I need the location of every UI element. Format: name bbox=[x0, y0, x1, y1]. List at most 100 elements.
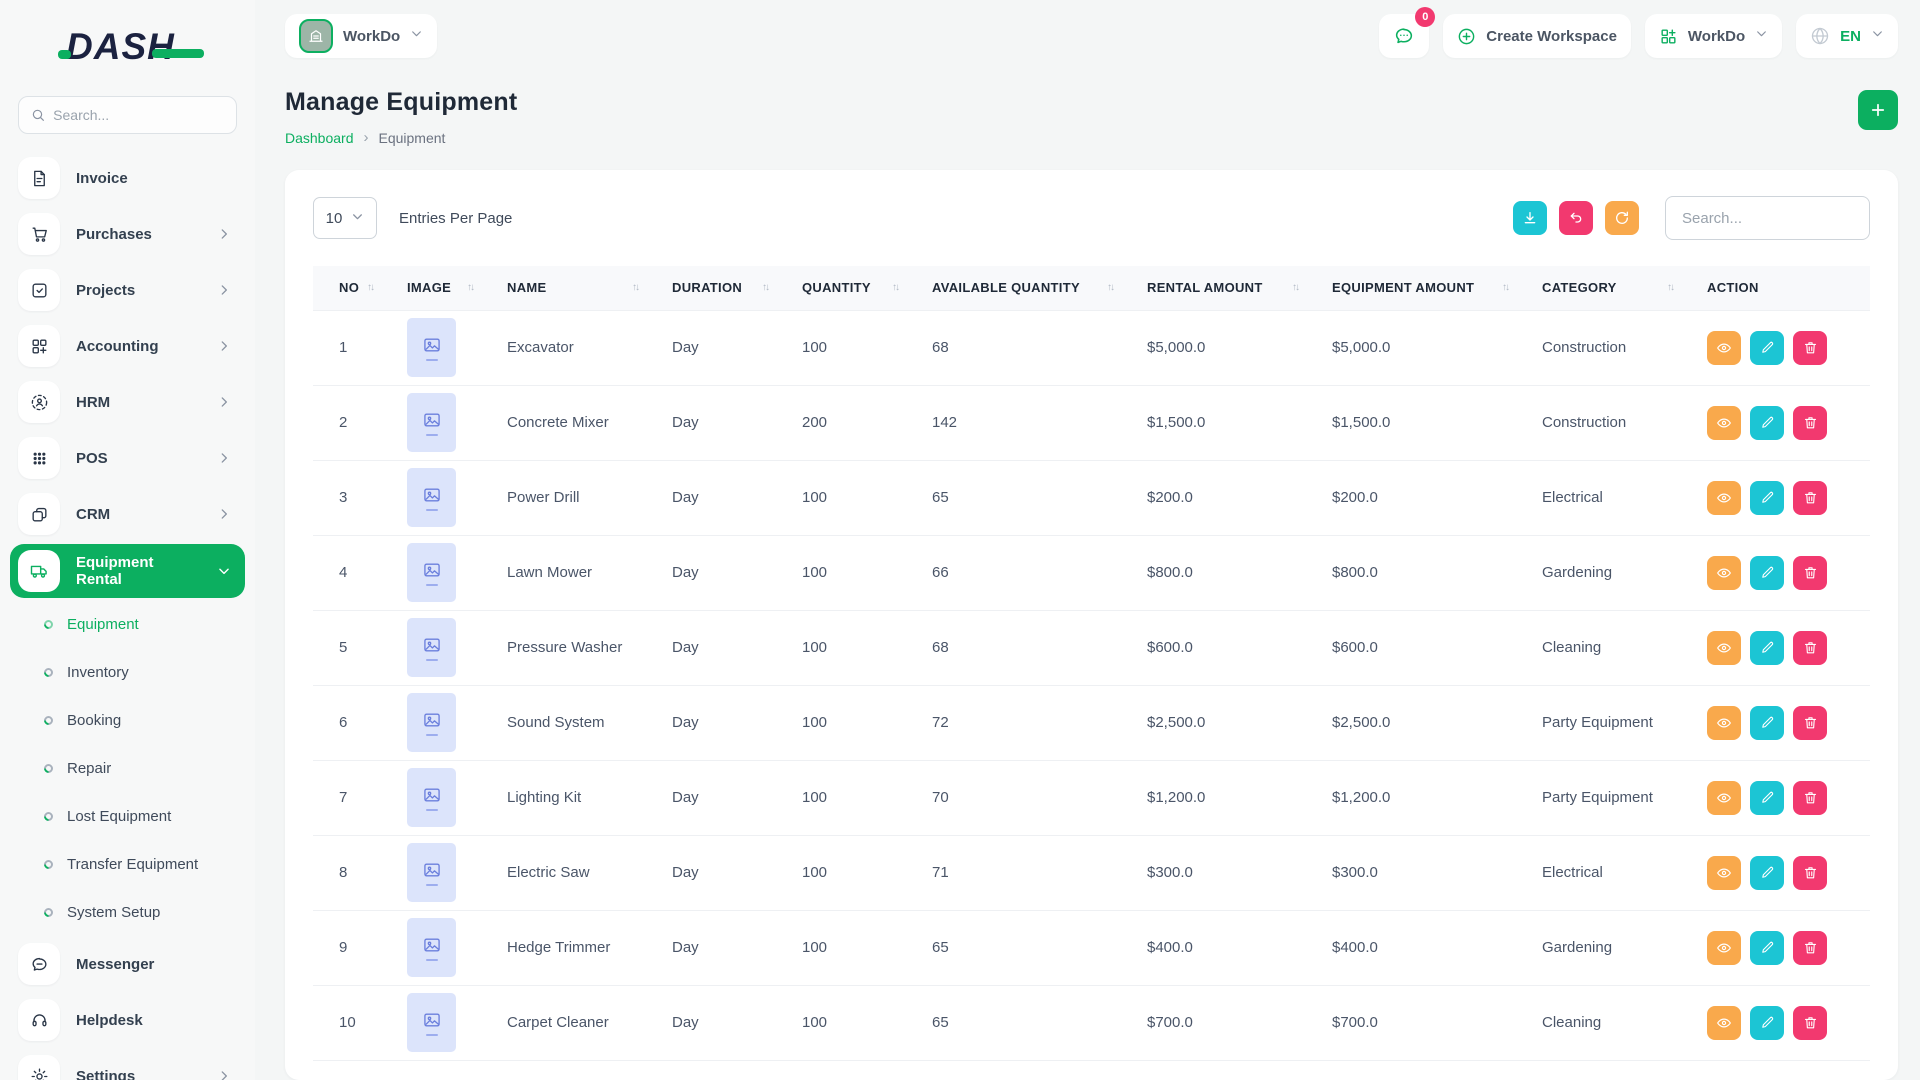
edit-button[interactable] bbox=[1750, 405, 1784, 440]
delete-button[interactable] bbox=[1793, 855, 1827, 890]
delete-button[interactable] bbox=[1793, 705, 1827, 740]
app-logo[interactable]: DASH bbox=[14, 0, 241, 86]
equipment-image-placeholder[interactable] bbox=[407, 768, 456, 827]
view-button[interactable] bbox=[1707, 780, 1741, 815]
col-header-equipment-amount[interactable]: EQUIPMENT AMOUNT ↑↓ bbox=[1318, 266, 1528, 310]
sidebar-item-invoice[interactable]: Invoice bbox=[14, 150, 241, 206]
equipment-image-placeholder[interactable] bbox=[407, 693, 456, 752]
sort-icon[interactable]: ↑↓ bbox=[1502, 282, 1514, 293]
add-equipment-button[interactable] bbox=[1858, 90, 1898, 130]
sidebar-item-purchases[interactable]: Purchases bbox=[14, 206, 241, 262]
col-header-name[interactable]: NAME ↑↓ bbox=[493, 266, 658, 310]
edit-button[interactable] bbox=[1750, 480, 1784, 515]
sidebar-item-helpdesk[interactable]: Helpdesk bbox=[14, 992, 241, 1048]
equipment-image-placeholder[interactable] bbox=[407, 618, 456, 677]
edit-button[interactable] bbox=[1750, 705, 1784, 740]
sidebar-item-accounting[interactable]: Accounting bbox=[14, 318, 241, 374]
edit-button[interactable] bbox=[1750, 930, 1784, 965]
sidebar-item-pos[interactable]: POS bbox=[14, 430, 241, 486]
sidebar-subitem-repair[interactable]: Repair bbox=[14, 744, 241, 792]
breadcrumb-dashboard-link[interactable]: Dashboard bbox=[285, 130, 354, 146]
sidebar-search-input[interactable] bbox=[53, 107, 224, 123]
col-header-category[interactable]: CATEGORY ↑↓ bbox=[1528, 266, 1693, 310]
view-button[interactable] bbox=[1707, 555, 1741, 590]
sidebar-item-equipment-rental[interactable]: Equipment Rental bbox=[10, 544, 245, 598]
sidebar-item-hrm[interactable]: HRM bbox=[14, 374, 241, 430]
sort-icon[interactable]: ↑↓ bbox=[367, 282, 379, 293]
sidebar-item-messenger[interactable]: Messenger bbox=[14, 936, 241, 992]
col-header-no[interactable]: NO ↑↓ bbox=[313, 266, 393, 310]
view-button[interactable] bbox=[1707, 330, 1741, 365]
sidebar-subitem-transfer-equipment[interactable]: Transfer Equipment bbox=[14, 840, 241, 888]
refresh-button[interactable] bbox=[1605, 201, 1639, 235]
edit-button[interactable] bbox=[1750, 1005, 1784, 1040]
view-button[interactable] bbox=[1707, 405, 1741, 440]
sort-icon[interactable]: ↑↓ bbox=[1292, 282, 1304, 293]
equipment-image-placeholder[interactable] bbox=[407, 393, 456, 452]
view-button[interactable] bbox=[1707, 480, 1741, 515]
sidebar-subitem-equipment[interactable]: Equipment bbox=[14, 600, 241, 648]
undo-button[interactable] bbox=[1559, 201, 1593, 235]
edit-button[interactable] bbox=[1750, 555, 1784, 590]
sidebar-search[interactable] bbox=[18, 96, 237, 134]
sort-icon[interactable]: ↑↓ bbox=[892, 282, 904, 293]
sidebar-subitem-lost-equipment[interactable]: Lost Equipment bbox=[14, 792, 241, 840]
sort-icon[interactable]: ↑↓ bbox=[1667, 282, 1679, 293]
edit-button[interactable] bbox=[1750, 630, 1784, 665]
image-placeholder-line bbox=[425, 508, 438, 511]
workspace-selector[interactable]: WorkDo bbox=[285, 14, 438, 58]
delete-button[interactable] bbox=[1793, 555, 1827, 590]
cell-category: Construction bbox=[1528, 309, 1693, 386]
col-header-rental-amount[interactable]: RENTAL AMOUNT ↑↓ bbox=[1133, 266, 1318, 310]
workdo-menu-button[interactable]: WorkDo bbox=[1644, 14, 1783, 58]
view-button[interactable] bbox=[1707, 705, 1741, 740]
sidebar-item-crm[interactable]: CRM bbox=[14, 486, 241, 542]
sidebar-subitem-inventory[interactable]: Inventory bbox=[14, 648, 241, 696]
equipment-image-placeholder[interactable] bbox=[407, 993, 456, 1052]
view-button[interactable] bbox=[1707, 630, 1741, 665]
delete-button[interactable] bbox=[1793, 780, 1827, 815]
delete-button[interactable] bbox=[1793, 330, 1827, 365]
sort-icon[interactable]: ↑↓ bbox=[1107, 282, 1119, 293]
sort-icon[interactable]: ↑↓ bbox=[762, 282, 774, 293]
cell-quantity: 100 bbox=[788, 535, 918, 611]
view-button[interactable] bbox=[1707, 1005, 1741, 1040]
dot-icon bbox=[42, 665, 55, 679]
sidebar-subitem-system-setup[interactable]: System Setup bbox=[14, 888, 241, 936]
delete-button[interactable] bbox=[1793, 1005, 1827, 1040]
equipment-image-placeholder[interactable] bbox=[407, 543, 456, 602]
sidebar-item-settings[interactable]: Settings bbox=[14, 1048, 241, 1080]
edit-button[interactable] bbox=[1750, 330, 1784, 365]
equipment-image-placeholder[interactable] bbox=[407, 918, 456, 977]
entries-per-page-select[interactable]: 10 bbox=[313, 197, 377, 239]
export-button[interactable] bbox=[1513, 201, 1547, 235]
sidebar-subitem-booking[interactable]: Booking bbox=[14, 696, 241, 744]
sidebar-item-projects[interactable]: Projects bbox=[14, 262, 241, 318]
view-button[interactable] bbox=[1707, 855, 1741, 890]
cell-available-quantity: 68 bbox=[918, 610, 1133, 686]
sort-icon[interactable]: ↑↓ bbox=[632, 282, 644, 293]
col-header-image[interactable]: IMAGE ↑↓ bbox=[393, 266, 493, 310]
view-button[interactable] bbox=[1707, 930, 1741, 965]
cell-available-quantity: 65 bbox=[918, 460, 1133, 536]
language-selector[interactable]: EN bbox=[1796, 14, 1898, 58]
table-search-input[interactable] bbox=[1665, 196, 1870, 240]
delete-button[interactable] bbox=[1793, 405, 1827, 440]
col-header-quantity[interactable]: QUANTITY ↑↓ bbox=[788, 266, 918, 310]
edit-button[interactable] bbox=[1750, 855, 1784, 890]
delete-button[interactable] bbox=[1793, 930, 1827, 965]
cell-row-number: 5 bbox=[313, 610, 393, 686]
col-header-duration[interactable]: DURATION ↑↓ bbox=[658, 266, 788, 310]
cell-duration: Day bbox=[658, 685, 788, 761]
invoice-icon bbox=[18, 157, 60, 199]
equipment-image-placeholder[interactable] bbox=[407, 843, 456, 902]
messages-button[interactable]: 0 bbox=[1379, 7, 1436, 58]
edit-button[interactable] bbox=[1750, 780, 1784, 815]
delete-button[interactable] bbox=[1793, 480, 1827, 515]
delete-button[interactable] bbox=[1793, 630, 1827, 665]
col-header-available-quantity[interactable]: AVAILABLE QUANTITY ↑↓ bbox=[918, 266, 1133, 310]
create-workspace-button[interactable]: Create Workspace bbox=[1443, 14, 1631, 58]
sort-icon[interactable]: ↑↓ bbox=[467, 282, 479, 293]
equipment-image-placeholder[interactable] bbox=[407, 468, 456, 527]
equipment-image-placeholder[interactable] bbox=[407, 318, 456, 377]
